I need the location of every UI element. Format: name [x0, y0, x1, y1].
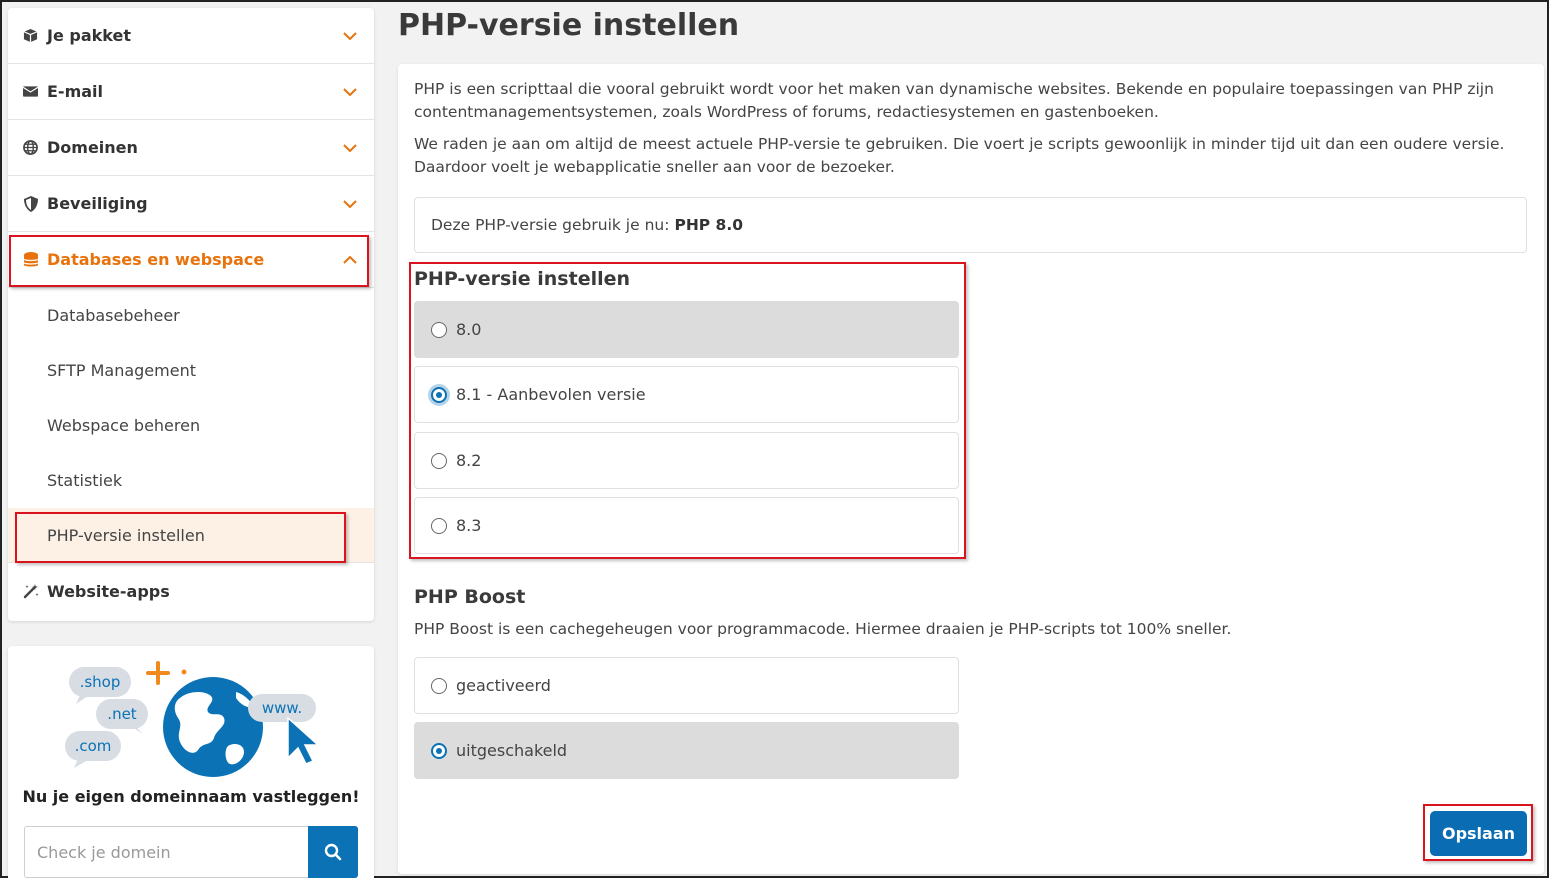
domain-search-button[interactable]	[308, 826, 358, 878]
svg-text:.shop: .shop	[80, 673, 121, 691]
sidebar-subitem-statistiek[interactable]: Statistiek	[8, 453, 374, 508]
radio-button[interactable]	[431, 321, 447, 338]
shop-bubble: .shop	[69, 667, 131, 704]
sidebar-item-databases-en-webspace[interactable]: Databases en webspace	[8, 232, 374, 288]
sidebar-item-label: Website-apps	[47, 581, 170, 601]
radio-button[interactable]	[431, 677, 447, 694]
current-version-value: PHP 8.0	[674, 216, 743, 234]
sidebar-subitem-php-versie-instellen[interactable]: PHP-versie instellen	[8, 508, 374, 563]
sidebar-item-website-apps[interactable]: Website-apps	[8, 563, 374, 619]
radio-button[interactable]	[431, 386, 447, 403]
boost-option-disabled[interactable]: uitgeschakeld	[414, 722, 959, 779]
database-icon	[22, 251, 39, 268]
sidebar-item-label: Je pakket	[47, 26, 131, 45]
sidebar-item-label: Databases en webspace	[47, 250, 265, 269]
globe-icon	[22, 139, 39, 156]
current-version-label: Deze PHP-versie gebruik je nu:	[431, 216, 670, 234]
package-icon	[22, 27, 39, 44]
sidebar-subitem-webspace-beheren[interactable]: Webspace beheren	[8, 398, 374, 453]
sidebar-item-label: Beveiliging	[47, 194, 148, 213]
sidebar-item-domeinen[interactable]: Domeinen	[8, 120, 374, 176]
chevron-down-icon	[343, 87, 357, 96]
globe-icon	[163, 677, 263, 777]
chevron-down-icon	[343, 143, 357, 152]
domain-illustration: .shop .net .com www.	[65, 661, 320, 777]
cursor-icon	[287, 716, 320, 765]
save-button[interactable]: Opslaan	[1430, 811, 1527, 856]
domain-search-input[interactable]	[24, 826, 308, 878]
option-label: uitgeschakeld	[456, 741, 568, 760]
option-label: geactiveerd	[456, 676, 551, 695]
version-option-8-1[interactable]: 8.1 - Aanbevolen versie	[414, 366, 959, 423]
option-label: 8.2	[456, 451, 482, 470]
svg-text:.com: .com	[75, 737, 112, 755]
radio-button[interactable]	[431, 517, 447, 534]
chevron-up-icon	[343, 255, 357, 264]
envelope-icon	[22, 83, 39, 100]
version-option-8-3[interactable]: 8.3	[414, 497, 959, 554]
sidebar-item-beveiliging[interactable]: Beveiliging	[8, 176, 374, 232]
current-version-info: Deze PHP-versie gebruik je nu: PHP 8.0	[414, 197, 1527, 253]
plus-icon	[146, 661, 170, 685]
boost-section-title: PHP Boost	[414, 586, 526, 608]
page-title: PHP-versie instellen	[398, 8, 740, 43]
radio-button[interactable]	[431, 452, 447, 469]
svg-text:.net: .net	[107, 705, 137, 723]
radio-button[interactable]	[431, 742, 447, 759]
sidebar-item-e-mail[interactable]: E-mail	[8, 64, 374, 120]
shield-icon	[22, 195, 39, 212]
domain-promo: .shop .net .com www. Nu je eigen domeinn…	[8, 646, 374, 878]
intro-paragraph: We raden je aan om altijd de meest actue…	[414, 135, 1505, 176]
www-bubble: www.	[248, 694, 316, 722]
domain-search	[24, 826, 358, 878]
chevron-down-icon	[343, 199, 357, 208]
sidebar-subitem-sftp-management[interactable]: SFTP Management	[8, 343, 374, 398]
version-section-title: PHP-versie instellen	[414, 268, 631, 290]
version-option-8-0[interactable]: 8.0	[414, 301, 959, 358]
option-label: 8.3	[456, 516, 482, 535]
option-label: 8.1 - Aanbevolen versie	[456, 385, 646, 404]
net-bubble: .net	[96, 699, 148, 734]
sidebar-menu: Je pakket E-mail Domeinen Beveiliging Da…	[8, 8, 374, 621]
svg-text:www.: www.	[262, 699, 302, 717]
sidebar-item-label: Domeinen	[47, 138, 138, 157]
promo-title: Nu je eigen domeinnaam vastleggen!	[22, 787, 360, 806]
magic-wand-icon	[22, 583, 39, 600]
intro-paragraph: PHP is een scripttaal die vooral gebruik…	[414, 80, 1494, 121]
sidebar-subitem-databasebeheer[interactable]: Databasebeheer	[8, 288, 374, 343]
sidebar-item-label: E-mail	[47, 82, 104, 101]
com-bubble: .com	[65, 731, 121, 768]
boost-description: PHP Boost is een cachegeheugen voor prog…	[414, 620, 1232, 638]
option-label: 8.0	[456, 320, 482, 339]
search-icon	[324, 843, 342, 861]
sidebar-item-je-pakket[interactable]: Je pakket	[8, 8, 374, 64]
boost-option-activated[interactable]: geactiveerd	[414, 657, 959, 714]
php-settings-card: PHP is een scripttaal die vooral gebruik…	[398, 64, 1544, 874]
version-option-8-2[interactable]: 8.2	[414, 432, 959, 489]
chevron-down-icon	[343, 31, 357, 40]
